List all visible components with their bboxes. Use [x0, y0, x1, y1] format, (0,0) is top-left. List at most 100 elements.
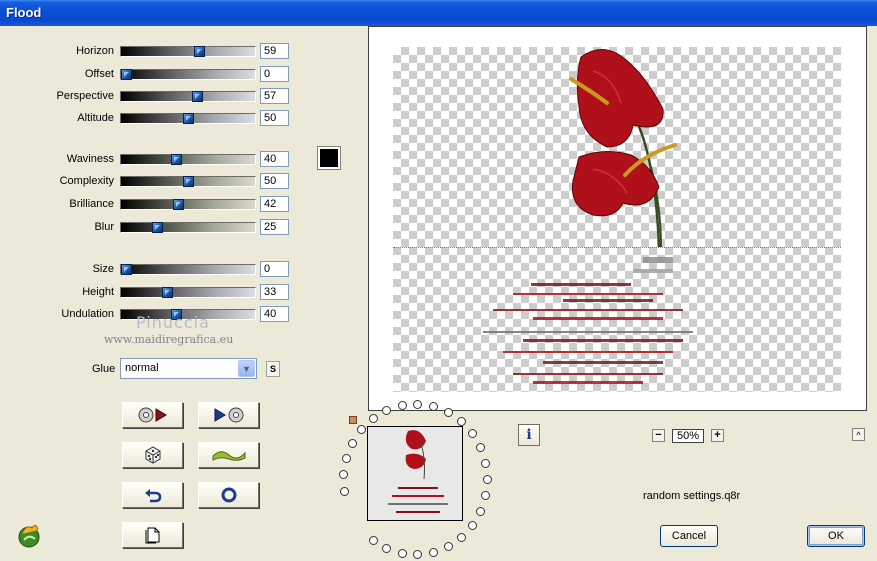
brilliance-slider-thumb[interactable] [173, 199, 185, 210]
chevron-down-icon[interactable]: ▼ [238, 360, 255, 377]
collapse-button[interactable]: ^ [852, 428, 865, 441]
info-button[interactable]: i [518, 424, 540, 446]
window-title: Flood [6, 5, 42, 20]
navigator-dot[interactable] [339, 486, 349, 496]
perspective-slider-thumb[interactable] [191, 91, 203, 102]
brilliance-slider[interactable] [120, 199, 256, 210]
navigator-dot[interactable] [456, 532, 466, 542]
offset-value-input[interactable]: 0 [260, 66, 289, 82]
waviness-value-input[interactable]: 40 [260, 151, 289, 167]
zoom-level: 50% [672, 429, 704, 443]
zoom-in-button[interactable]: + [711, 429, 724, 442]
copy-button[interactable] [122, 522, 183, 548]
waviness-slider-thumb[interactable] [170, 154, 182, 165]
dice-icon [145, 446, 160, 464]
size-value-input[interactable]: 0 [260, 261, 289, 277]
size-label: Size [92, 263, 114, 275]
height-value-input[interactable]: 33 [260, 284, 289, 300]
navigator-dot[interactable] [483, 475, 492, 484]
size-slider[interactable] [120, 264, 256, 275]
random-settings-label: random settings.q8r [643, 490, 741, 502]
cancel-button[interactable]: Cancel [660, 525, 718, 547]
perspective-label: Perspective [56, 90, 114, 102]
flower-image [483, 49, 693, 384]
ring-icon [221, 487, 236, 503]
slider-row-size: Size 0 [0, 261, 300, 279]
randomize-button[interactable] [122, 442, 183, 468]
glue-s-button[interactable]: S [266, 361, 280, 377]
perspective-slider[interactable] [120, 91, 256, 102]
navigator-dot[interactable] [368, 535, 378, 545]
navigator-dot[interactable] [428, 547, 438, 557]
glue-select[interactable]: normal ▼ [120, 358, 257, 379]
altitude-slider-thumb[interactable] [183, 113, 194, 124]
waviness-label: Waviness [66, 153, 114, 165]
slider-row-blur: Blur 25 [0, 219, 300, 237]
perspective-value-input[interactable]: 57 [260, 88, 289, 104]
undo-arrow-icon [144, 489, 161, 503]
preview-panel [368, 26, 867, 411]
navigator-dot[interactable] [476, 506, 486, 516]
navigator-dot[interactable] [456, 417, 466, 427]
size-slider-thumb[interactable] [121, 264, 132, 275]
blur-slider-thumb[interactable] [152, 222, 163, 233]
wave-icon [212, 451, 245, 461]
navigator-dot[interactable] [382, 543, 392, 553]
horizon-line[interactable] [393, 247, 841, 248]
undulation-value-input[interactable]: 40 [260, 306, 289, 322]
navigator-dot[interactable] [382, 406, 392, 416]
navigator-dot[interactable] [347, 438, 357, 448]
altitude-value-input[interactable]: 50 [260, 110, 289, 126]
blur-value-input[interactable]: 25 [260, 219, 289, 235]
navigator-dot[interactable] [413, 549, 423, 559]
blur-slider[interactable] [120, 222, 256, 233]
offset-slider-thumb[interactable] [121, 69, 132, 80]
horizon-slider-thumb[interactable] [194, 46, 206, 57]
navigator-dot[interactable] [481, 458, 491, 468]
altitude-slider[interactable] [120, 113, 256, 124]
navigator-dot[interactable] [481, 491, 491, 501]
slider-row-perspective: Perspective 57 [0, 88, 300, 106]
thumbnail-flower-image [368, 427, 462, 520]
wave-button[interactable] [198, 442, 259, 468]
slider-row-waviness: Waviness 40 [0, 151, 300, 169]
undulation-label: Undulation [61, 308, 114, 320]
navigator-dot[interactable] [443, 408, 453, 418]
ok-button[interactable]: OK [807, 525, 865, 547]
undo-button[interactable] [122, 482, 183, 508]
offset-slider[interactable] [120, 69, 256, 80]
navigator-dot[interactable] [339, 470, 349, 480]
complexity-slider-thumb[interactable] [183, 176, 194, 187]
horizon-slider[interactable] [120, 46, 256, 57]
slider-row-complexity: Complexity 50 [0, 173, 300, 191]
waviness-slider[interactable] [120, 154, 256, 165]
navigator-dot[interactable] [356, 425, 366, 435]
preview-canvas[interactable] [393, 47, 841, 392]
navigator-dot[interactable] [397, 548, 407, 558]
reset-button[interactable] [198, 482, 259, 508]
navigator-handle[interactable] [349, 416, 357, 424]
slider-row-altitude: Altitude 50 [0, 110, 300, 128]
brilliance-label: Brilliance [69, 198, 114, 210]
zoom-out-button[interactable]: − [652, 429, 665, 442]
height-label: Height [82, 286, 114, 298]
height-slider-thumb[interactable] [161, 287, 173, 298]
navigator-dot[interactable] [397, 401, 407, 411]
navigator-dot[interactable] [467, 429, 477, 439]
slider-row-offset: Offset 0 [0, 66, 300, 84]
save-preset-button[interactable] [198, 402, 259, 428]
navigator-thumbnail[interactable] [367, 426, 463, 521]
navigator-dot[interactable] [467, 520, 477, 530]
brilliance-value-input[interactable]: 42 [260, 196, 289, 212]
load-preset-button[interactable] [122, 402, 183, 428]
navigator-dot[interactable] [368, 414, 378, 424]
complexity-slider[interactable] [120, 176, 256, 187]
height-slider[interactable] [120, 287, 256, 298]
color-swatch[interactable] [317, 146, 341, 170]
window-titlebar: Flood [0, 0, 877, 26]
navigator-dot[interactable] [341, 454, 351, 464]
navigator-dot[interactable] [476, 443, 486, 453]
horizon-value-input[interactable]: 59 [260, 43, 289, 59]
navigator-dot[interactable] [443, 541, 453, 551]
complexity-value-input[interactable]: 50 [260, 173, 289, 189]
